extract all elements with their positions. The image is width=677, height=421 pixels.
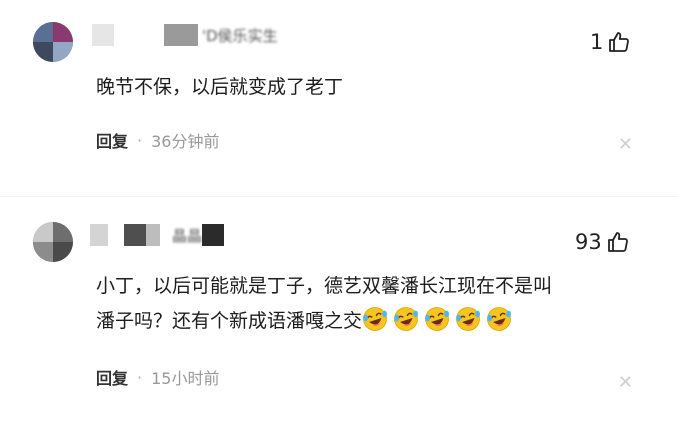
rofl-emoji-icon	[393, 306, 419, 332]
username[interactable]: 'D侯乐实生	[92, 22, 278, 48]
reply-button[interactable]: 回复	[96, 128, 128, 152]
avatar[interactable]	[33, 22, 73, 62]
rofl-emoji-icon	[424, 306, 450, 332]
comment-text-line-2: 潘子吗？还有个新成语潘嘎之交	[96, 310, 363, 332]
divider	[0, 196, 677, 197]
username-text: 'D侯乐实生	[202, 26, 278, 45]
comment-meta: 回复 · 15小时前	[96, 365, 219, 389]
timestamp: 15小时前	[151, 369, 220, 388]
comment-item: 'D侯乐实生 1 晚节不保，以后就变成了老丁 回复 · 36分钟前 ✕	[0, 0, 677, 190]
comment-meta: 回复 · 36分钟前	[96, 128, 219, 152]
username-text: 晶晶	[172, 226, 203, 245]
like-button[interactable]: 93	[575, 230, 630, 254]
separator-dot: ·	[137, 367, 143, 387]
username[interactable]: 晶晶	[90, 222, 225, 248]
close-icon[interactable]: ✕	[618, 134, 633, 155]
comment-item: 晶晶 93 小丁，以后可能就是丁子，德艺双馨潘长江现在不是叫 潘子吗？还有个新成…	[0, 205, 677, 421]
emoji-row	[362, 307, 517, 332]
reply-button[interactable]: 回复	[96, 365, 128, 389]
timestamp: 36分钟前	[151, 132, 220, 151]
avatar[interactable]	[33, 222, 73, 262]
close-icon[interactable]: ✕	[618, 372, 633, 393]
separator-dot: ·	[137, 130, 143, 150]
like-count: 93	[575, 230, 602, 254]
comment-text: 晚节不保，以后就变成了老丁	[96, 76, 344, 98]
comment-text-line: 小丁，以后可能就是丁子，德艺双馨潘长江现在不是叫	[96, 275, 553, 297]
thumbs-up-icon	[606, 230, 630, 254]
comment-text: 小丁，以后可能就是丁子，德艺双馨潘长江现在不是叫 潘子吗？还有个新成语潘嘎之交	[96, 269, 656, 339]
rofl-emoji-icon	[362, 306, 388, 332]
rofl-emoji-icon	[486, 306, 512, 332]
like-button[interactable]: 1	[590, 30, 631, 54]
comment-text-line: 潘子吗？还有个新成语潘嘎之交	[96, 304, 656, 339]
rofl-emoji-icon	[455, 306, 481, 332]
thumbs-up-icon	[607, 30, 631, 54]
like-count: 1	[590, 30, 604, 54]
